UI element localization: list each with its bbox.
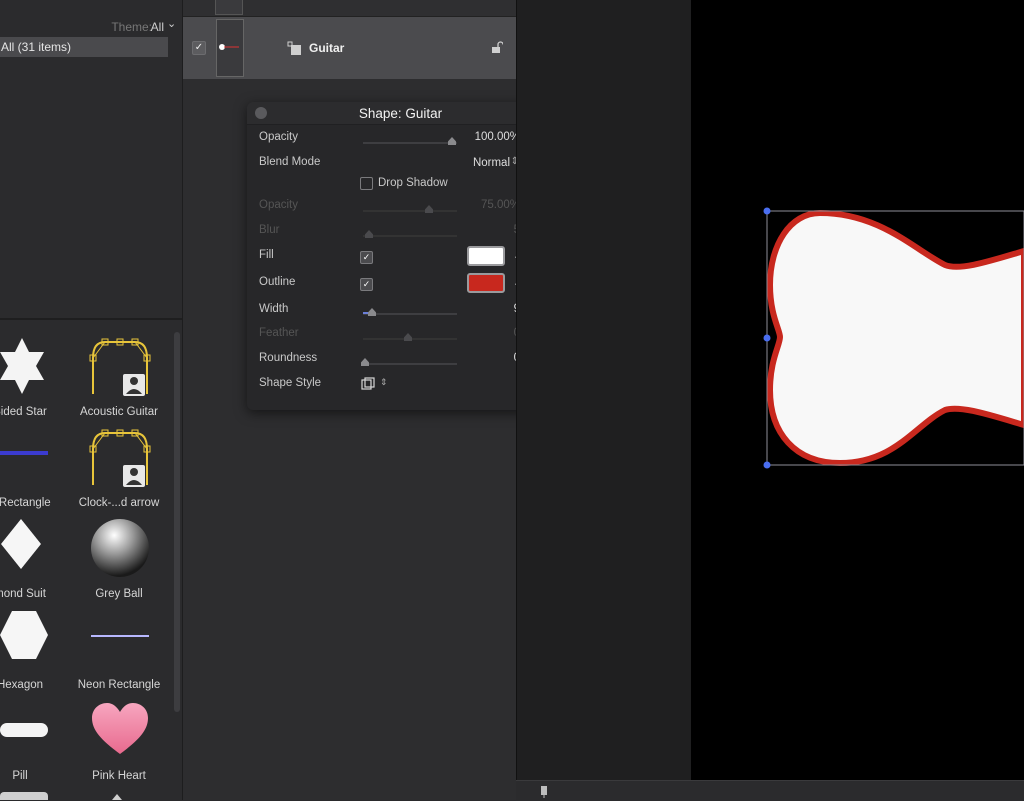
- layer-row-guitar[interactable]: ✓ Guitar: [183, 17, 517, 79]
- neon-line-icon: [91, 635, 149, 637]
- width-slider[interactable]: [363, 313, 457, 315]
- width-slider-knob[interactable]: [368, 308, 376, 316]
- library-all-items-row[interactable]: All (31 items): [0, 37, 168, 57]
- bezier-shape-icon: [89, 429, 151, 487]
- drop-shadow-label: Drop Shadow: [378, 177, 448, 189]
- timeline-bar[interactable]: [516, 780, 1024, 801]
- roundness-label: Roundness: [259, 352, 318, 364]
- shape-style-icon[interactable]: [361, 377, 375, 391]
- layers-panel: ✓ Guitar Shape: Guitar i Opacity 100.00%: [182, 0, 554, 800]
- width-label: Width: [259, 303, 289, 315]
- layer-thumbnail: [216, 19, 244, 77]
- bezier-shape-icon: [89, 338, 151, 396]
- hud-title: Shape: Guitar: [358, 106, 443, 121]
- shape-style-label: Shape Style: [259, 377, 322, 389]
- feather-label: Feather: [259, 327, 299, 339]
- theme-value[interactable]: All: [151, 20, 164, 34]
- opacity-value[interactable]: 100.00%: [475, 131, 520, 143]
- blur-slider-knob[interactable]: [365, 230, 373, 238]
- opacity-slider-knob[interactable]: [448, 137, 456, 145]
- opacity-slider[interactable]: [363, 142, 457, 144]
- theme-selector[interactable]: Theme: All ⌄: [0, 18, 182, 36]
- opacity-label: Opacity: [259, 131, 298, 143]
- library-item-label: Clock-...d arrow: [78, 497, 160, 509]
- blue-line-icon: [0, 451, 48, 455]
- selection-handle: [763, 334, 771, 342]
- library-item-grid: Sided Star Acoustic Guitar: [0, 320, 182, 800]
- library-panel: Theme: All ⌄ All (31 items) Sided Star: [0, 0, 182, 800]
- library-item-label: Pink Heart: [92, 770, 146, 782]
- fill-label: Fill: [259, 249, 274, 261]
- blend-mode-label: Blend Mode: [259, 156, 321, 168]
- outline-label: Outline: [259, 276, 296, 288]
- fill-checkbox[interactable]: ✓: [360, 251, 373, 264]
- library-item-pink-heart[interactable]: Pink Heart: [59, 694, 179, 784]
- layer-name[interactable]: Guitar: [309, 41, 344, 55]
- heart-icon: [92, 703, 148, 754]
- library-scrollbar[interactable]: [174, 332, 180, 712]
- hud-title-bar[interactable]: Shape: Guitar i: [247, 102, 554, 125]
- library-item-label: Neon Rectangle: [77, 679, 161, 691]
- roundness-slider-knob[interactable]: [361, 358, 369, 366]
- library-item-clockwise-arrow[interactable]: Clock-...d arrow: [59, 421, 179, 511]
- library-item-acoustic-guitar[interactable]: Acoustic Guitar: [59, 330, 179, 420]
- pill-icon: [0, 723, 48, 737]
- library-item-partial[interactable]: [0, 792, 48, 800]
- shape-inspector-hud: Shape: Guitar i Opacity 100.00% Blend Mo…: [247, 102, 554, 410]
- lock-icon[interactable]: [491, 41, 503, 53]
- blend-mode-select[interactable]: Normal: [473, 157, 510, 169]
- feather-slider-knob[interactable]: [404, 333, 412, 341]
- shape-layer-icon: [287, 41, 301, 55]
- layer-enable-checkbox[interactable]: ✓: [192, 41, 206, 55]
- blur-label: Blur: [259, 224, 280, 236]
- outline-color-swatch[interactable]: [467, 273, 505, 293]
- drop-shadow-checkbox[interactable]: [360, 177, 373, 190]
- blur-slider[interactable]: [363, 235, 457, 237]
- diamond-icon: [1, 519, 41, 569]
- sphere-icon: [91, 519, 149, 577]
- library-category-list: Theme: All ⌄ All (31 items): [0, 0, 182, 318]
- library-item-partial[interactable]: [112, 794, 122, 800]
- playhead-icon[interactable]: [540, 786, 548, 798]
- theme-label: Theme:: [111, 20, 152, 34]
- library-item-label: Acoustic Guitar: [80, 406, 158, 418]
- library-item-neon-rectangle[interactable]: Neon Rectangle: [59, 603, 179, 693]
- shadow-opacity-value[interactable]: 75.00%: [481, 199, 520, 211]
- chevron-down-icon[interactable]: ⌄: [167, 17, 179, 33]
- library-item-label: Grey Ball: [95, 588, 143, 600]
- updown-chevron-icon[interactable]: ⇕: [380, 377, 388, 388]
- outline-checkbox[interactable]: ✓: [360, 278, 373, 291]
- selection-handle: [763, 207, 771, 215]
- all-items-label: All (31 items): [1, 40, 72, 54]
- fill-color-swatch[interactable]: [467, 246, 505, 266]
- shadow-opacity-label: Opacity: [259, 199, 298, 211]
- layer-row-previous[interactable]: [183, 0, 517, 17]
- hexagon-icon: [0, 611, 48, 659]
- roundness-slider[interactable]: [363, 363, 457, 365]
- star-icon: [0, 338, 44, 394]
- library-item-grey-ball[interactable]: Grey Ball: [59, 512, 179, 602]
- shadow-opacity-slider[interactable]: [363, 210, 457, 212]
- selection-handle: [763, 461, 771, 469]
- guitar-shape[interactable]: [760, 205, 1024, 471]
- shadow-opacity-knob[interactable]: [425, 205, 433, 213]
- layer-thumbnail: [215, 0, 243, 15]
